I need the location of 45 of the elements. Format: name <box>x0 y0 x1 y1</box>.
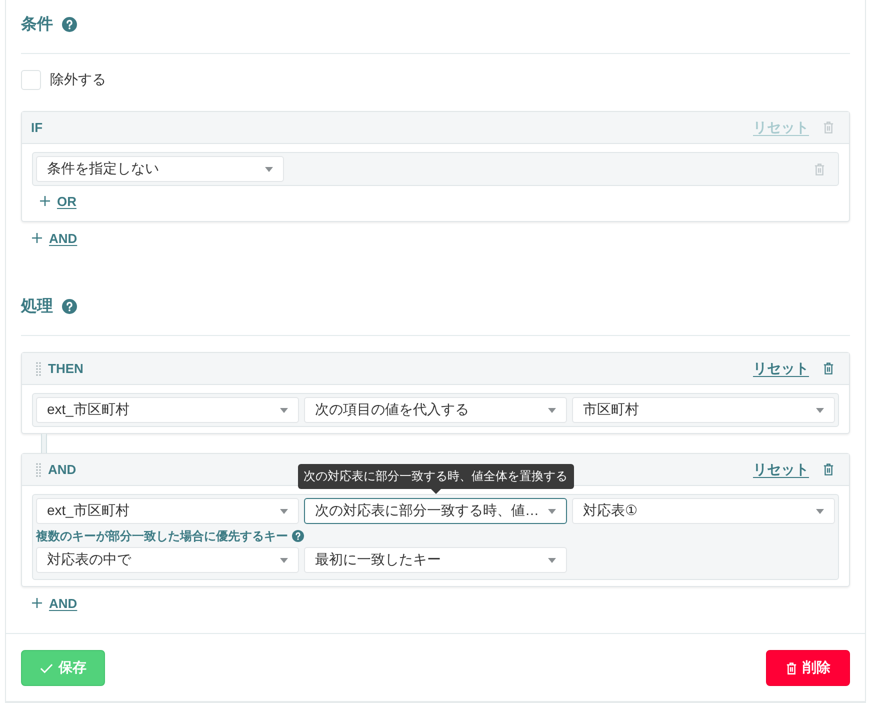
caret-icon <box>548 558 556 562</box>
plus-icon <box>40 196 50 206</box>
drag-handle-icon[interactable] <box>36 362 41 376</box>
help-icon[interactable] <box>292 530 304 542</box>
add-and-link[interactable]: AND <box>32 228 78 248</box>
select-field[interactable]: ext_市区町村 <box>36 397 299 423</box>
tooltip: 次の対応表に部分一致する時、値全体を置換する <box>298 464 574 494</box>
add-and-link[interactable]: AND <box>32 593 78 613</box>
select-field[interactable]: ext_市区町村 <box>36 498 299 524</box>
add-or-link[interactable]: OR <box>40 191 76 211</box>
select-field[interactable]: 対応表の中で <box>36 547 299 573</box>
help-icon[interactable] <box>62 298 77 314</box>
trash-icon <box>786 662 796 674</box>
delete-button[interactable]: 削除 <box>766 650 850 686</box>
caret-icon <box>548 508 556 514</box>
trash-icon[interactable] <box>823 463 834 476</box>
checkbox-label: 除外する <box>50 71 106 89</box>
select-field[interactable]: 対応表① <box>572 498 835 524</box>
reset-link[interactable]: リセット <box>753 460 809 478</box>
block-label: AND <box>48 462 76 477</box>
select-field[interactable]: 次の対応表に部分一致する時、値… <box>304 498 567 524</box>
exclude-checkbox[interactable] <box>21 70 41 90</box>
trash-icon[interactable] <box>823 362 834 375</box>
select-field[interactable]: 市区町村 <box>572 397 835 423</box>
plus-icon <box>32 233 42 243</box>
reset-link[interactable]: リセット <box>753 360 809 378</box>
check-icon <box>40 662 52 674</box>
drag-handle-icon[interactable] <box>36 462 41 476</box>
field-label: 複数のキーが部分一致した場合に優先するキー <box>36 528 288 544</box>
caret-icon <box>816 508 824 514</box>
select-field[interactable]: 条件を指定しない <box>36 156 284 182</box>
caret-icon <box>816 408 824 412</box>
caret-icon <box>280 508 288 514</box>
section-heading: 条件 <box>21 14 53 34</box>
caret-icon <box>548 408 556 412</box>
select-field[interactable]: 次の項目の値を代入する <box>304 397 567 423</box>
caret-icon <box>280 558 288 562</box>
block-label: THEN <box>48 361 84 376</box>
plus-icon <box>32 598 42 608</box>
caret-icon <box>280 408 288 412</box>
select-field[interactable]: 最初に一致したキー <box>304 547 567 573</box>
block-label: IF <box>31 120 43 135</box>
caret-icon <box>265 166 273 172</box>
section-heading: 処理 <box>21 296 53 316</box>
help-icon[interactable] <box>62 16 77 32</box>
